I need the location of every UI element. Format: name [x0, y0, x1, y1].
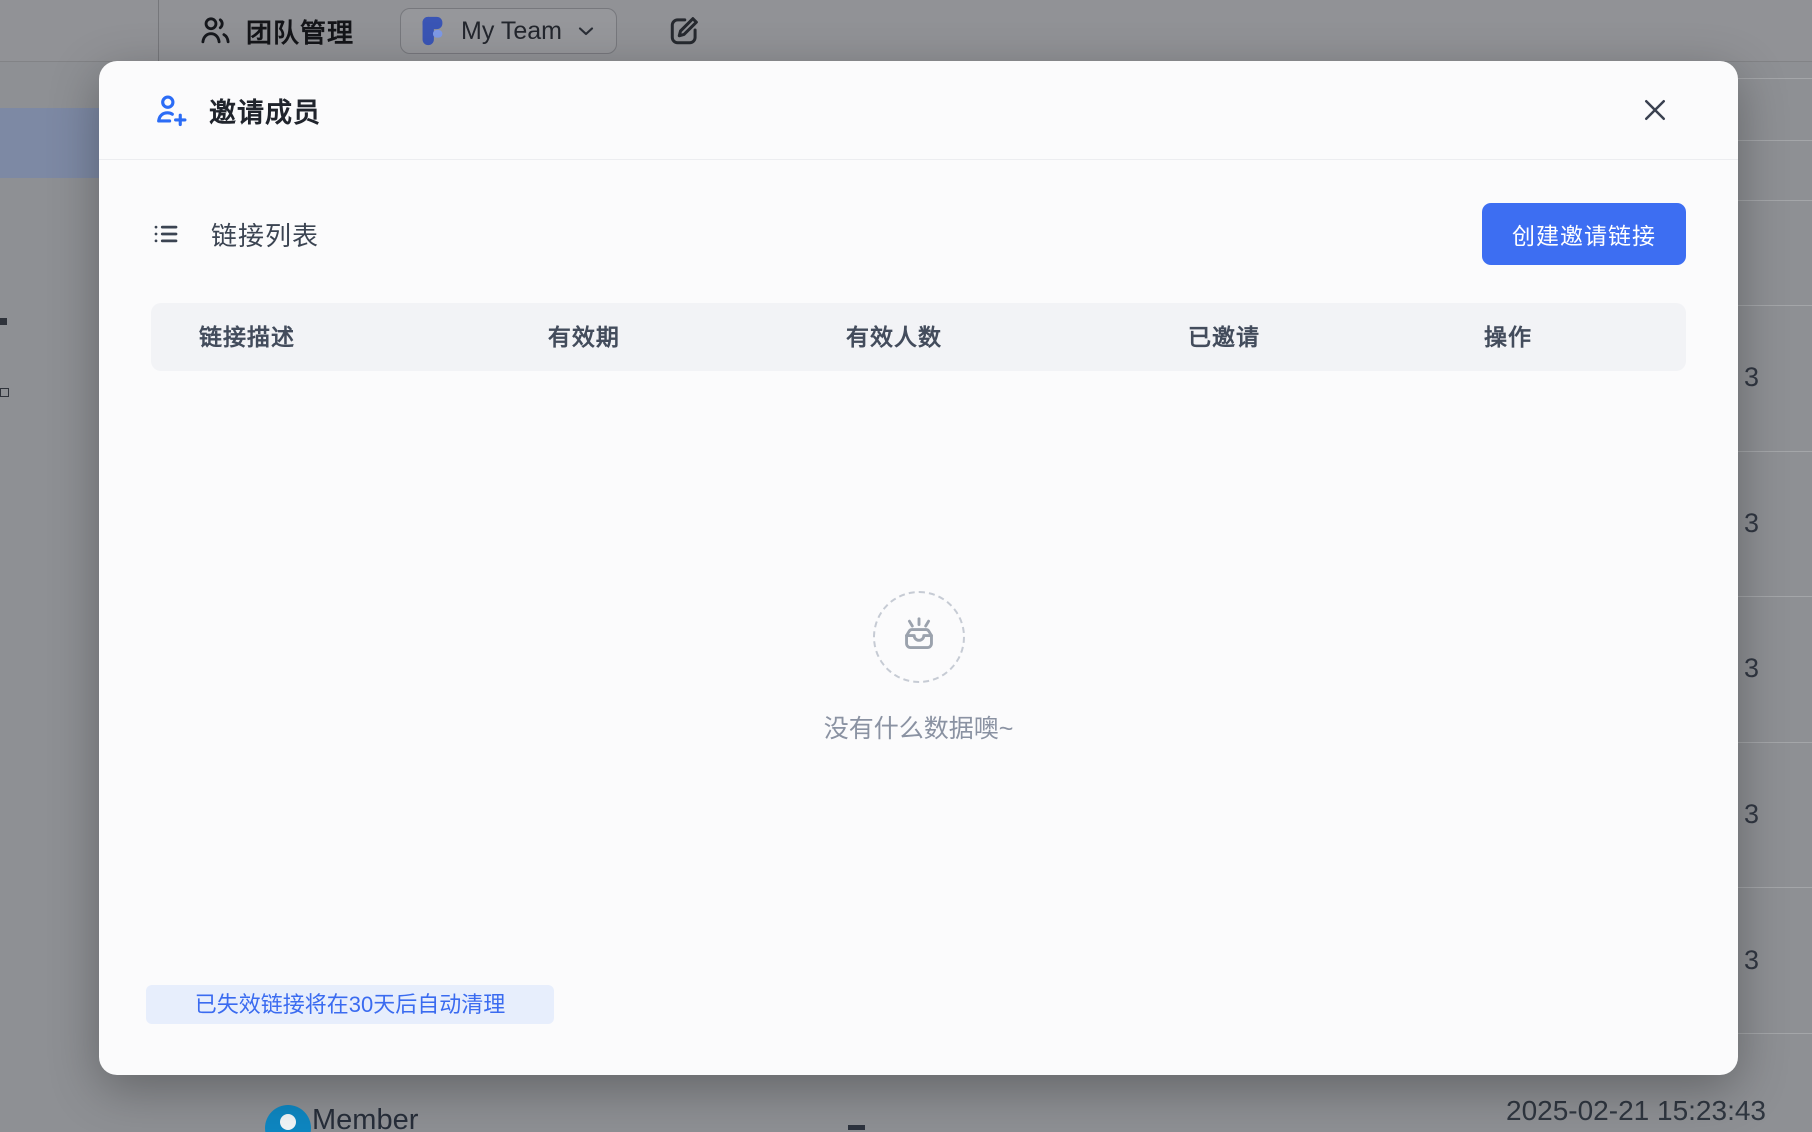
sidebar-text-fragment	[0, 388, 9, 397]
background-member-row: Member 2025-02-21 15:23:43	[0, 1075, 1812, 1132]
partial-timestamp-cell: 3	[1744, 362, 1760, 392]
empty-state-text: 没有什么数据噢~	[823, 715, 1014, 743]
background-top-bar: 团队管理 My Team	[0, 0, 1812, 62]
sidebar-selected-item[interactable]	[0, 108, 99, 178]
member-avatar	[265, 1105, 311, 1132]
column-header-actions: 操作	[1483, 324, 1532, 350]
column-header-capacity: 有效人数	[845, 324, 942, 350]
link-table-header: 链接描述 有效期 有效人数 已邀请 操作	[151, 303, 1686, 371]
expiry-note: 已失效链接将在30天后自动清理	[146, 985, 554, 1024]
partial-timestamp-cell: 3	[1744, 653, 1760, 683]
empty-inbox-icon	[872, 591, 965, 683]
sidebar-divider	[158, 0, 159, 62]
empty-value-dash	[848, 1125, 865, 1130]
person-add-icon	[151, 92, 187, 128]
empty-state: 没有什么数据噢~	[99, 591, 1738, 745]
column-header-validity: 有效期	[547, 324, 620, 350]
page-title: 团队管理	[246, 17, 355, 48]
section-title: 链接列表	[211, 220, 320, 251]
partial-timestamp-cell: 3	[1744, 799, 1760, 829]
column-header-description: 链接描述	[199, 324, 295, 350]
row-timestamp: 2025-02-21 15:23:43	[1506, 1095, 1766, 1126]
modal-title: 邀请成员	[209, 97, 321, 128]
edit-team-button[interactable]	[665, 12, 703, 50]
partial-timestamp-cell: 3	[1744, 945, 1760, 975]
member-role-label: Member	[312, 1104, 419, 1132]
sidebar-text-fragment	[0, 318, 7, 325]
team-selector[interactable]: My Team	[400, 8, 617, 54]
modal-header: 邀请成员	[99, 61, 1738, 160]
list-icon	[151, 219, 181, 249]
invite-members-modal: 邀请成员 链接列表 创建邀请链接 链接描述 有效期 有效人数 已邀请 操作 没有…	[99, 61, 1738, 1075]
team-management-icon	[196, 13, 232, 49]
team-logo-icon	[415, 14, 449, 48]
close-icon[interactable]	[1638, 93, 1672, 127]
partial-timestamp-cell: 3	[1744, 508, 1760, 538]
team-name-label: My Team	[461, 16, 562, 45]
chevron-down-icon	[574, 19, 598, 43]
background-table-edge: 3 3 3 3 3	[1738, 62, 1812, 1132]
column-header-invited: 已邀请	[1187, 324, 1260, 350]
link-list-section-header: 链接列表 创建邀请链接	[151, 203, 1686, 265]
create-invite-link-button[interactable]: 创建邀请链接	[1482, 203, 1686, 265]
